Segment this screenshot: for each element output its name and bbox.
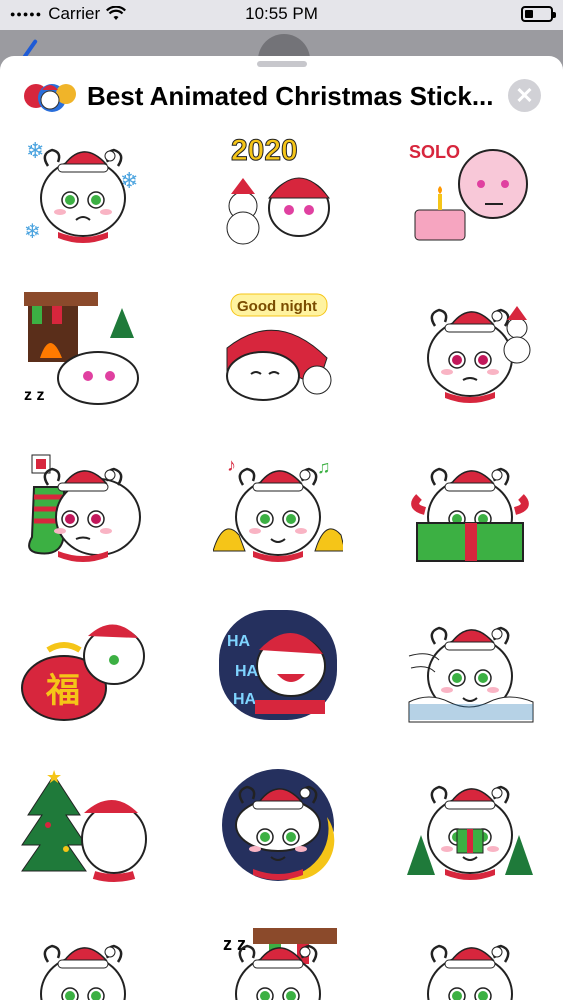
sticker-gift-box[interactable] [405,447,535,565]
sticker-lucky-bag[interactable]: 福 [18,606,148,724]
sticker-image [411,467,529,562]
svg-text:z z: z z [223,934,246,954]
sticker-snowman-2020[interactable]: 2020 [213,128,343,246]
sticker-image: 福 [21,624,145,721]
sticker-image [222,769,335,881]
app-icon [22,74,78,118]
sticker-partial-3[interactable] [405,924,535,1000]
sticker-stocking[interactable] [18,447,148,565]
svg-text:Good night: Good night [237,298,317,315]
sticker-image: z z [24,292,139,405]
sticker-image: ❄❄❄ [24,138,138,243]
close-icon: ✕ [515,82,534,108]
svg-text:SOLO: SOLO [409,142,460,162]
battery-icon [521,6,556,22]
sticker-image: SOLO [409,142,528,241]
sticker-gift-trees[interactable] [405,765,535,883]
sticker-snow-wind[interactable] [405,606,535,724]
close-button[interactable]: ✕ [508,79,541,112]
status-bar: ●●●●● Carrier 10:55 PM [0,0,563,30]
sticker-partial-2[interactable]: z z [213,924,343,1000]
svg-text:♪: ♪ [227,455,236,475]
sticker-pack-sheet: Best Animated Christmas Stick... ✕ ❄ ❄ ❄ 2… [0,56,563,1000]
sticker-image: ♪ ♫ [213,455,343,562]
sticker-angry-snowman[interactable] [405,288,535,406]
svg-text:z z: z z [24,387,44,404]
sticker-crying-snowflakes[interactable]: ❄ ❄ ❄ [18,128,148,246]
sticker-image: z z [223,928,337,1000]
sticker-image: HA HA HA [219,610,337,720]
svg-text:★: ★ [46,767,62,787]
sticker-good-night[interactable]: Good night [213,288,343,406]
sticker-image [28,454,141,562]
svg-text:福: 福 [45,672,80,710]
svg-text:HA: HA [227,633,251,650]
svg-text:♫: ♫ [317,457,331,477]
svg-text:HA: HA [235,663,259,680]
sticker-fireplace-sleep[interactable]: z z [18,288,148,406]
sheet-grabber[interactable] [257,61,307,67]
svg-text:2020: 2020 [231,134,298,167]
sheet-title: Best Animated Christmas Stick... [87,81,494,111]
sticker-image: ★ [21,767,147,882]
svg-text:HA: HA [233,691,257,708]
sheet-header: Best Animated Christmas Stick... ✕ [0,74,563,118]
sticker-image: 2020 [226,134,331,245]
clock: 10:55 PM [245,4,318,23]
sticker-christmas-tree[interactable]: ★ [18,765,148,883]
sticker-image [408,626,534,723]
svg-text:❄: ❄ [26,138,44,163]
sticker-moon[interactable] [213,765,343,883]
svg-text:❄: ❄ [24,221,41,243]
sticker-solo-cake[interactable]: SOLO [405,128,535,246]
sticker-image [40,944,126,1000]
sticker-image: Good night [226,293,332,401]
sticker-image [427,306,531,403]
sticker-image [407,785,533,880]
sticker-image [427,944,513,1000]
sticker-laughing[interactable]: HA HA HA [213,606,343,724]
sticker-bells-dance[interactable]: ♪ ♫ [213,447,343,565]
sticker-partial-1[interactable] [18,924,148,1000]
